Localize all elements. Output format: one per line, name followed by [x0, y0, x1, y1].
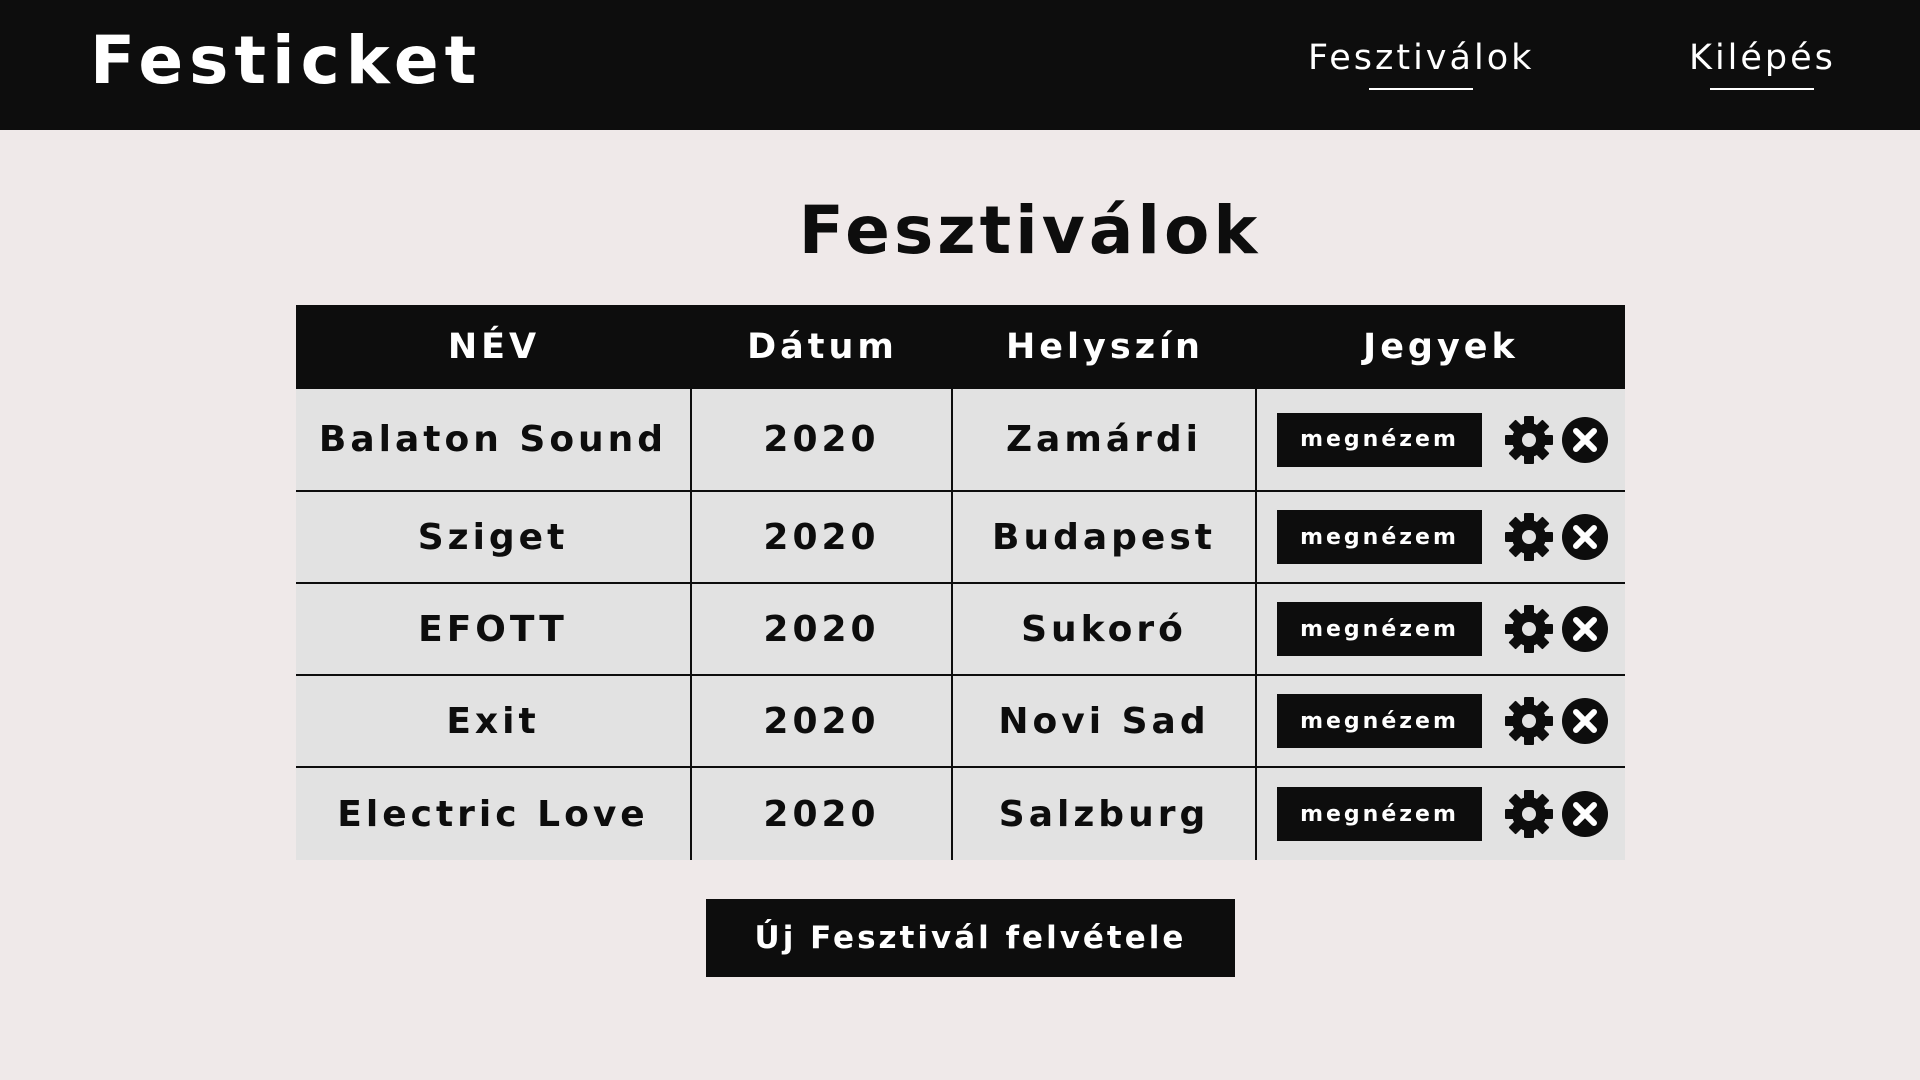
cell-name: Balaton Sound: [296, 389, 692, 490]
cell-tickets: megnézem: [1257, 676, 1625, 766]
table-row: Exit 2020 Novi Sad megnézem: [296, 676, 1625, 768]
gear-icon[interactable]: [1504, 789, 1554, 839]
column-header-date: Dátum: [747, 327, 898, 367]
cell-location: Salzburg: [953, 768, 1257, 860]
brand-logo[interactable]: Festicket: [90, 22, 482, 99]
table-row: Electric Love 2020 Salzburg megnézem: [296, 768, 1625, 860]
cell-name: Exit: [296, 676, 692, 766]
table-row: Sziget 2020 Budapest megnézem: [296, 492, 1625, 584]
nav-underline: [1710, 88, 1815, 90]
top-navbar: Festicket Fesztiválok Kilépés: [0, 0, 1920, 130]
view-tickets-button[interactable]: megnézem: [1277, 510, 1482, 564]
nav-link-festivals-label: Fesztiválok: [1308, 38, 1535, 78]
cell-tickets: megnézem: [1257, 768, 1625, 860]
table-header: NÉV Dátum Helyszín Jegyek: [296, 305, 1625, 389]
festivals-table: NÉV Dátum Helyszín Jegyek Balaton Sound 2…: [296, 305, 1625, 860]
cell-location: Budapest: [953, 492, 1257, 582]
cell-date: 2020: [692, 389, 953, 490]
cell-location: Novi Sad: [953, 676, 1257, 766]
cell-date: 2020: [692, 768, 953, 860]
gear-icon[interactable]: [1504, 604, 1554, 654]
cell-name: Sziget: [296, 492, 692, 582]
view-tickets-button[interactable]: megnézem: [1277, 412, 1482, 467]
close-circle-icon[interactable]: [1560, 415, 1610, 465]
cell-name: EFOTT: [296, 584, 692, 674]
close-circle-icon[interactable]: [1560, 604, 1610, 654]
cell-location: Zamárdi: [953, 389, 1257, 490]
cell-date: 2020: [692, 676, 953, 766]
cell-date: 2020: [692, 584, 953, 674]
table-row: Balaton Sound 2020 Zamárdi megnézem: [296, 389, 1625, 492]
close-circle-icon[interactable]: [1560, 789, 1610, 839]
nav-link-logout-label: Kilépés: [1689, 38, 1836, 78]
gear-icon[interactable]: [1504, 415, 1554, 465]
nav-underline: [1369, 88, 1474, 90]
gear-icon[interactable]: [1504, 696, 1554, 746]
close-circle-icon[interactable]: [1560, 512, 1610, 562]
column-header-tickets: Jegyek: [1363, 327, 1519, 367]
view-tickets-button[interactable]: megnézem: [1277, 694, 1482, 748]
column-header-name: NÉV: [447, 327, 541, 367]
table-row: EFOTT 2020 Sukoró megnézem: [296, 584, 1625, 676]
page-title: Fesztiválok: [798, 192, 1262, 269]
cell-tickets: megnézem: [1257, 492, 1625, 582]
close-circle-icon[interactable]: [1560, 696, 1610, 746]
cell-name: Electric Love: [296, 768, 692, 860]
view-tickets-button[interactable]: megnézem: [1277, 787, 1482, 841]
view-tickets-button[interactable]: megnézem: [1277, 602, 1482, 656]
cell-location: Sukoró: [953, 584, 1257, 674]
cell-tickets: megnézem: [1257, 584, 1625, 674]
cell-tickets: megnézem: [1257, 389, 1625, 490]
cell-date: 2020: [692, 492, 953, 582]
table-body: Balaton Sound 2020 Zamárdi megnézem Sziget 20…: [296, 389, 1625, 860]
gear-icon[interactable]: [1504, 512, 1554, 562]
add-festival-button[interactable]: Új Fesztivál felvétele: [706, 899, 1235, 977]
nav-link-festivals[interactable]: Fesztiválok: [1308, 38, 1535, 90]
column-header-location: Helyszín: [1006, 327, 1204, 367]
nav-link-logout[interactable]: Kilépés: [1689, 38, 1836, 90]
